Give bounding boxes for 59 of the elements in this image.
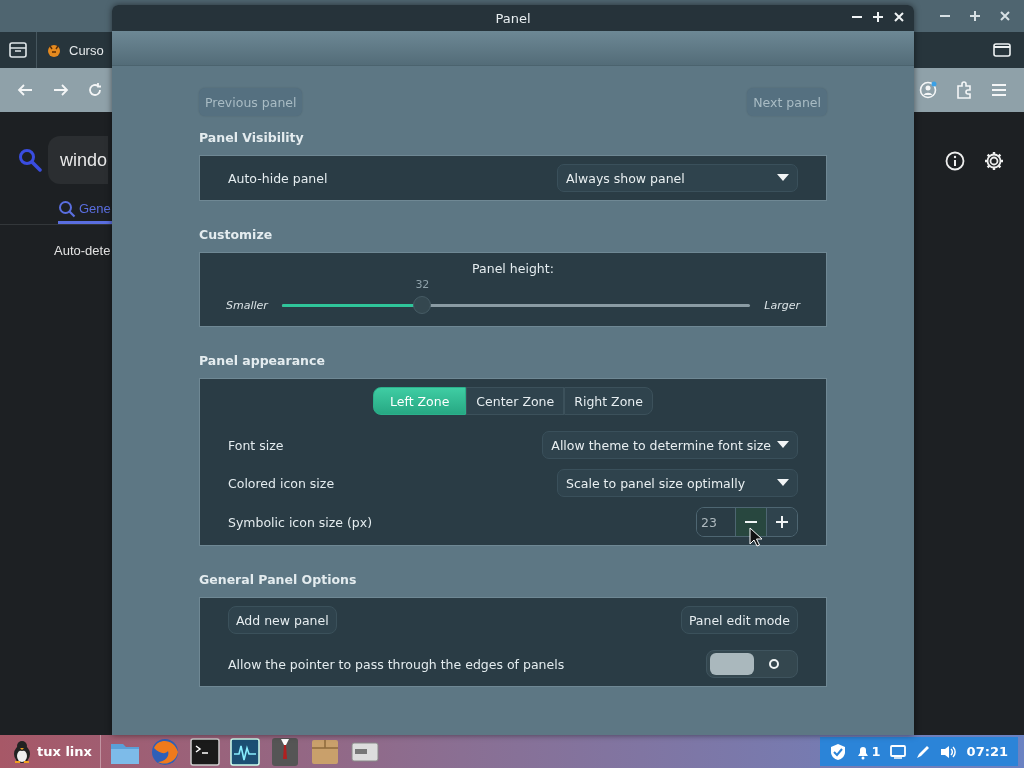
browser-tab[interactable]: Curso: [69, 42, 104, 58]
penguin-icon[interactable]: [12, 739, 32, 764]
decrement-button[interactable]: [735, 508, 766, 536]
search-field[interactable]: windo: [48, 136, 108, 184]
settings-icon[interactable]: [983, 150, 1005, 172]
off-symbol-icon: [768, 658, 780, 670]
pointer-icon: [749, 527, 763, 547]
max-label: Larger: [764, 298, 800, 312]
tiger-icon: [46, 42, 62, 58]
toggle-switch[interactable]: [706, 650, 798, 678]
add-panel-button[interactable]: Add new panel: [228, 606, 337, 634]
zone-tab[interactable]: Center Zone: [466, 387, 565, 415]
monitor-icon[interactable]: [228, 735, 261, 768]
menu-icon[interactable]: [991, 83, 1007, 97]
number-spinner[interactable]: 23: [696, 507, 798, 537]
setting-label: Font size: [228, 437, 284, 453]
puzzle-icon[interactable]: [955, 81, 973, 99]
caret-icon: [777, 441, 789, 449]
setting-label: Auto-hide panel: [228, 170, 328, 186]
slider-value: 32: [415, 278, 430, 291]
archive-icon[interactable]: [9, 42, 27, 58]
back-icon[interactable]: [17, 83, 33, 97]
increment-button[interactable]: [766, 508, 797, 536]
pen-icon[interactable]: [914, 743, 931, 760]
start-menu-button[interactable]: tux linx: [0, 735, 101, 768]
terminal-icon[interactable]: [188, 735, 221, 768]
setting-label: Symbolic icon size (px): [228, 514, 373, 530]
account-icon[interactable]: [919, 81, 937, 99]
zone-tab[interactable]: Right Zone: [564, 387, 653, 415]
slider-thumb[interactable]: [413, 296, 432, 314]
clock[interactable]: 07:21: [966, 744, 1008, 759]
setting-label: Auto-dete: [54, 243, 112, 258]
section-title: Customize: [199, 227, 273, 242]
forward-icon[interactable]: [53, 83, 69, 97]
info-icon[interactable]: [945, 151, 965, 171]
notification-count: 1: [871, 744, 881, 759]
plus-icon: [775, 515, 789, 529]
section-title: General Panel Options: [199, 572, 357, 587]
shield-icon[interactable]: [829, 742, 846, 761]
dropdown[interactable]: Always show panel: [557, 164, 798, 192]
dropdown[interactable]: Allow theme to determine font size: [542, 431, 798, 459]
setting-label: Allow the pointer to pass through the edges of panels: [228, 656, 565, 672]
caret-icon: [777, 174, 789, 182]
dropdown[interactable]: Scale to panel size optimally: [557, 469, 798, 497]
edit-mode-button[interactable]: Panel edit mode: [680, 606, 798, 634]
section-title: Panel Visibility: [199, 130, 304, 145]
section-title: Panel appearance: [199, 353, 325, 368]
caret-icon: [777, 479, 789, 487]
search-icon: [58, 199, 76, 218]
window-title: Panel: [495, 10, 531, 26]
volume-icon[interactable]: [939, 743, 958, 760]
tab-list-icon[interactable]: [993, 43, 1011, 57]
slider-label: Panel height:: [472, 261, 554, 276]
display-icon[interactable]: [889, 744, 906, 759]
slider[interactable]: 32: [281, 276, 751, 316]
min-label: Smaller: [226, 298, 268, 312]
setting-label: Colored icon size: [228, 475, 335, 491]
search-icon: [18, 148, 42, 172]
reload-icon[interactable]: [87, 82, 103, 98]
